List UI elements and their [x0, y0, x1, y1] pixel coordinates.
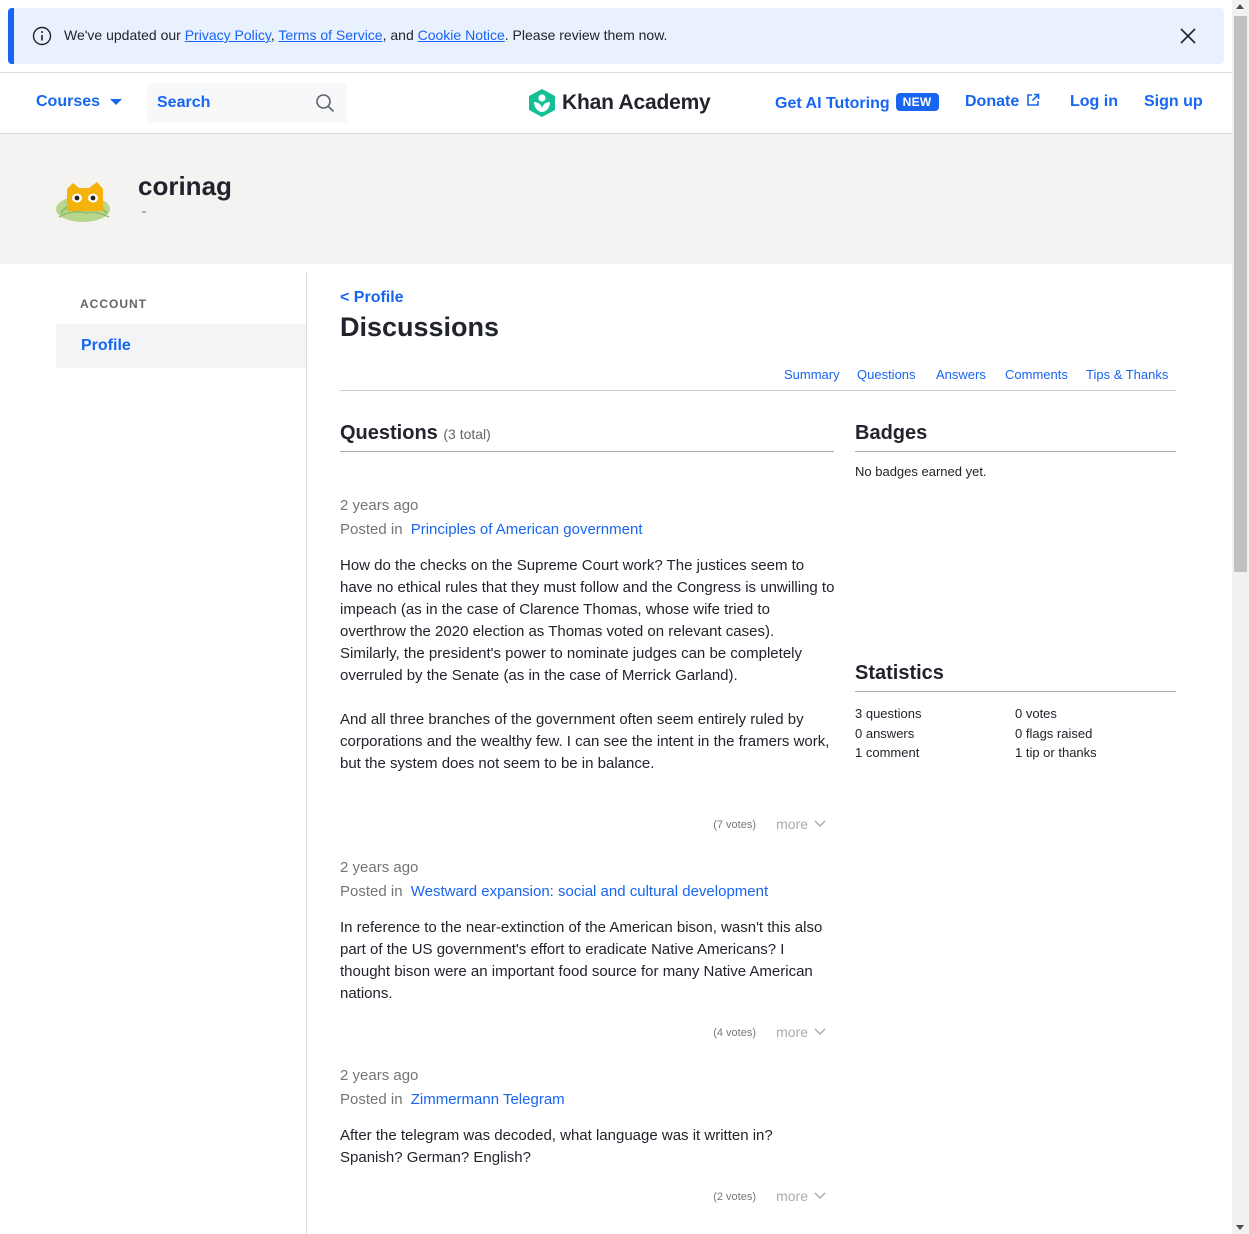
courses-button[interactable]: Courses	[36, 93, 123, 111]
questions-count: (3 total)	[443, 426, 491, 442]
stat-answers: 0 answers	[855, 725, 915, 741]
chevron-down-icon	[814, 820, 826, 827]
info-icon	[32, 26, 52, 46]
questions-divider	[340, 451, 834, 452]
question-body: How do the checks on the Supreme Court w…	[340, 555, 835, 775]
ai-tutoring-link[interactable]: Get AI Tutoring NEW	[775, 93, 939, 113]
sidebar-divider	[306, 272, 307, 1234]
badges-heading: Badges	[855, 422, 928, 444]
question-votes: (7 votes)	[713, 819, 756, 831]
posted-in-label: Posted in	[340, 1091, 403, 1108]
search-placeholder: Search	[157, 94, 211, 111]
banner-text-suffix: . Please review them now.	[504, 27, 668, 43]
courses-label: Courses	[36, 93, 101, 110]
login-link[interactable]: Log in	[1070, 93, 1118, 111]
stat-tips: 1 tip or thanks	[1015, 745, 1097, 760]
logo-text: Khan Academy	[562, 91, 711, 114]
tab-tips-thanks[interactable]: Tips & Thanks	[1086, 367, 1168, 382]
external-link-icon	[1026, 93, 1039, 106]
back-to-profile-link[interactable]: < Profile	[340, 289, 404, 307]
profile-bio: -	[142, 204, 146, 218]
top-nav: Courses Search Khan Academy Get AI Tutor…	[0, 72, 1232, 134]
question-posted-in: Posted in Zimmermann Telegram	[340, 1091, 565, 1108]
search-icon[interactable]	[315, 93, 335, 113]
question-paragraph: After the telegram was decoded, what lan…	[340, 1127, 773, 1166]
profile-username: corinag	[138, 171, 232, 201]
statistics-left-column: 3 questions 0 answers 1 comment	[855, 704, 922, 763]
question-body: After the telegram was decoded, what lan…	[340, 1125, 835, 1169]
sidebar-item-profile[interactable]: Profile	[56, 324, 306, 368]
close-icon[interactable]	[1178, 26, 1198, 46]
question-footer: (7 votes) more	[600, 816, 826, 836]
cookie-notice-link[interactable]: Cookie Notice	[418, 27, 505, 43]
question-votes: (2 votes)	[713, 1191, 756, 1203]
tab-questions[interactable]: Questions	[857, 367, 916, 382]
signup-link[interactable]: Sign up	[1144, 93, 1203, 111]
question-posted-in: Posted in Principles of American governm…	[340, 521, 643, 538]
posted-in-label: Posted in	[340, 883, 403, 900]
more-label: more	[776, 1188, 808, 1204]
question-body: In reference to the near-extinction of t…	[340, 917, 835, 1005]
donate-link[interactable]: Donate	[965, 93, 1040, 111]
questions-heading: Questions (3 total)	[340, 422, 491, 445]
avatar	[56, 182, 110, 222]
statistics-right-column: 0 votes 0 flags raised 1 tip or thanks	[1015, 704, 1097, 763]
khan-logo-icon	[529, 89, 555, 117]
statistics-heading: Statistics	[855, 662, 944, 684]
caret-down-icon	[110, 99, 123, 105]
badges-empty-text: No badges earned yet.	[855, 464, 987, 479]
page-title: Discussions	[340, 312, 500, 342]
search-input[interactable]: Search	[147, 83, 347, 123]
sidebar-item-label: Profile	[81, 337, 131, 354]
tab-summary[interactable]: Summary	[784, 367, 840, 382]
privacy-policy-link[interactable]: Privacy Policy	[185, 27, 271, 43]
banner-text-prefix: We've updated our	[64, 27, 185, 43]
posted-in-label: Posted in	[340, 521, 403, 538]
more-button[interactable]: more	[776, 1188, 826, 1204]
banner-separator: , and	[382, 27, 418, 43]
statistics-divider	[855, 691, 1176, 692]
donate-label: Donate	[965, 93, 1020, 110]
question-posted-in: Posted in Westward expansion: social and…	[340, 883, 768, 900]
badges-divider	[855, 451, 1176, 452]
khan-academy-logo[interactable]: Khan Academy	[528, 88, 711, 118]
page-scrollbar[interactable]	[1232, 0, 1249, 1234]
question-topic-link[interactable]: Westward expansion: social and cultural …	[411, 883, 768, 900]
chevron-down-icon	[814, 1192, 826, 1199]
question-paragraph: How do the checks on the Supreme Court w…	[340, 557, 835, 684]
question-footer: (4 votes) more	[600, 1024, 826, 1044]
sidebar-section-label: ACCOUNT	[80, 297, 147, 311]
tab-comments[interactable]: Comments	[1005, 367, 1068, 382]
banner-message: We've updated our Privacy Policy, Terms …	[64, 27, 667, 43]
stat-comments: 1 comment	[855, 745, 920, 760]
stat-votes: 0 votes	[1015, 706, 1057, 721]
question-paragraph: And all three branches of the government…	[340, 711, 830, 772]
question-topic-link[interactable]: Zimmermann Telegram	[411, 1091, 565, 1108]
more-button[interactable]: more	[776, 816, 826, 832]
tab-answers[interactable]: Answers	[936, 367, 986, 382]
questions-title: Questions	[340, 422, 438, 444]
more-button[interactable]: more	[776, 1024, 826, 1040]
question-paragraph: In reference to the near-extinction of t…	[340, 919, 823, 1002]
scroll-up-icon[interactable]	[1236, 4, 1244, 9]
scrollbar-thumb[interactable]	[1234, 16, 1247, 572]
stat-flags: 0 flags raised	[1015, 725, 1093, 741]
scroll-down-icon[interactable]	[1236, 1225, 1244, 1230]
more-label: more	[776, 1024, 808, 1040]
question-votes: (4 votes)	[713, 1027, 756, 1039]
new-badge: NEW	[895, 93, 939, 111]
ai-tutoring-label: Get AI Tutoring	[775, 95, 890, 112]
stat-questions: 3 questions	[855, 706, 922, 721]
question-time: 2 years ago	[340, 859, 419, 876]
discussion-tabs: Summary Questions Answers Comments Tips …	[340, 366, 1176, 391]
question-time: 2 years ago	[340, 1067, 419, 1084]
terms-of-service-link[interactable]: Terms of Service	[278, 27, 382, 43]
chevron-down-icon	[814, 1028, 826, 1035]
question-time: 2 years ago	[340, 497, 419, 514]
more-label: more	[776, 816, 808, 832]
question-footer: (2 votes) more	[600, 1188, 826, 1208]
profile-header: corinag -	[0, 134, 1232, 264]
question-topic-link[interactable]: Principles of American government	[411, 521, 643, 538]
policy-banner: We've updated our Privacy Policy, Terms …	[8, 8, 1224, 64]
